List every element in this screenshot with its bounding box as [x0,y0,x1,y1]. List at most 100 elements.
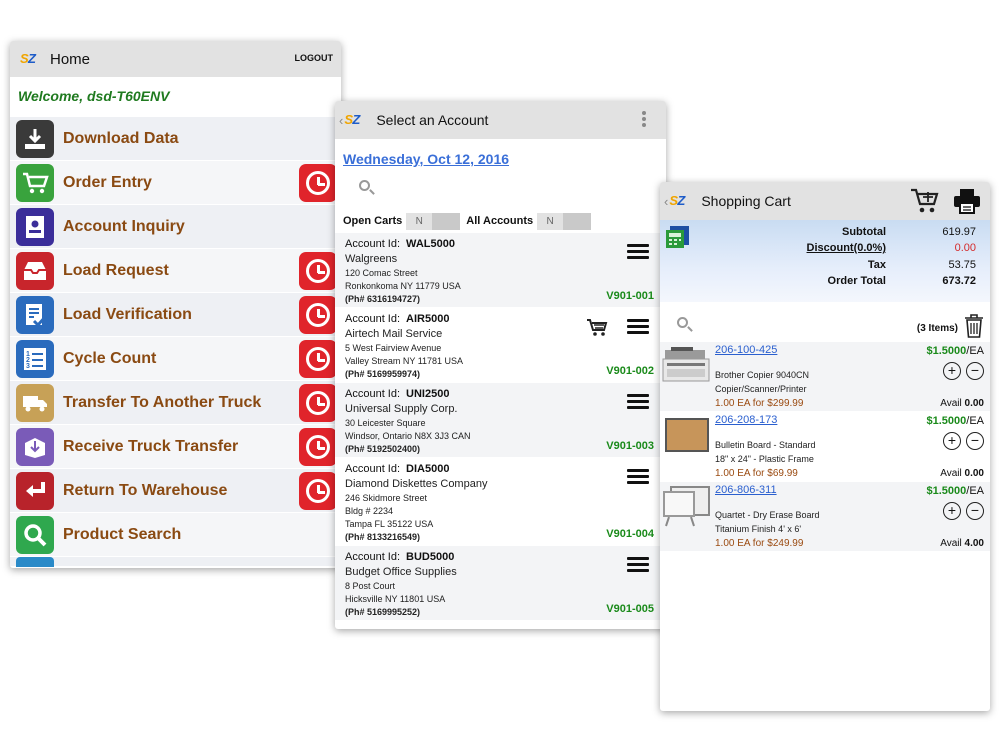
load-request-history-button[interactable] [299,252,337,290]
search-icon[interactable] [677,317,688,328]
menu-item-product-search[interactable]: Product Search [10,513,341,557]
account-street: 5 West Fairview Avenue [345,343,442,353]
account-id-label: Account Id: [345,238,401,250]
shopping-cart-screen: ‹ SZ Shopping Cart Subtotal 619.97 Disco… [660,182,990,711]
whiteboard-thumbnail [661,484,713,528]
receive-transfer-history-button[interactable] [299,428,337,466]
cart-item[interactable]: 206-208-173 $1.5000/EA + − Bulletin Boar… [660,412,990,482]
account-row[interactable]: Account Id: UNI2500 Universal Supply Corp… [335,383,666,458]
tax-value: 53.75 [948,259,976,271]
cart-item[interactable]: 206-806-311 $1.5000/EA + − Quartet - Dry… [660,482,990,552]
menu-item-order-entry[interactable]: Order Entry [10,161,341,205]
account-row[interactable]: Account Id: BUD5000 Budget Office Supplie… [335,546,666,621]
return-arrow-icon [16,471,54,510]
order-totals-panel: Subtotal 619.97 Discount(0.0%) 0.00 Tax … [660,220,990,302]
order-entry-history-button[interactable] [299,164,337,202]
menu-item-return-warehouse[interactable]: Return To Warehouse [10,469,341,513]
subtotal-label: Subtotal [842,226,886,238]
cart-item[interactable]: 206-100-425 $1.5000/EA + − Brother Copie… [660,342,990,412]
discount-value: 0.00 [954,242,976,254]
date-link[interactable]: Wednesday, Oct 12, 2016 [343,151,666,171]
select-account-screen: ‹ SZ Select an Account Wednesday, Oct 12… [335,101,666,629]
item-sku-link[interactable]: 206-208-173 [715,414,777,426]
items-count: (3 Items) [916,323,958,334]
account-street: 120 Comac Street [345,268,418,278]
row-menu-icon[interactable] [627,244,649,262]
account-id-label: Account Id: [345,388,401,400]
app-logo-icon[interactable]: SZ [344,113,366,127]
download-icon [16,119,54,158]
row-menu-icon[interactable] [627,469,649,487]
menu-item-transfer-truck[interactable]: Transfer To Another Truck [10,381,341,425]
back-chevron-icon[interactable]: ‹ [339,113,343,128]
printer-icon[interactable] [953,188,981,219]
menu-item-cycle-count[interactable]: 123 Cycle Count [10,337,341,381]
increase-qty-button[interactable]: + [943,502,961,520]
cycle-count-history-button[interactable] [299,340,337,378]
account-street: 246 Skidmore Street [345,493,428,503]
item-desc-1: Brother Copier 9040CN [715,370,810,380]
account-name: Walgreens [345,253,398,265]
item-desc-1: Bulletin Board - Standard [715,440,816,450]
box-receive-icon [16,427,54,466]
menu-item-load-verification[interactable]: Load Verification [10,293,341,337]
account-row[interactable]: Account Id: AIR5000 Airtech Mail Service … [335,308,666,383]
tax-label: Tax [867,259,886,271]
menu-item-load-request[interactable]: Load Request [10,249,341,293]
account-row[interactable]: Account Id: WAL5000 Walgreens 120 Comac S… [335,233,666,308]
load-verification-history-button[interactable] [299,296,337,334]
trash-icon[interactable] [964,314,984,338]
avail-value: 0.00 [964,468,984,479]
account-code: V901-001 [606,290,654,302]
increase-qty-button[interactable]: + [943,432,961,450]
home-app-bar: SZ Home LOGOUT [10,41,341,77]
menu-item-receive-transfer[interactable]: Receive Truck Transfer [10,425,341,469]
filter-toggles: Open Carts N All Accounts N [335,209,666,233]
account-street: 30 Leicester Square [345,418,426,428]
item-sku-link[interactable]: 206-100-425 [715,344,777,356]
account-search-row[interactable] [335,171,666,209]
overflow-menu-icon[interactable] [642,111,646,129]
menu-label: Load Request [63,261,169,279]
item-price: $1.5000/EA [927,415,985,427]
account-row[interactable]: Account Id: DIA5000 Diamond Diskettes Com… [335,458,666,546]
menu-label: Cycle Count [63,349,157,367]
row-menu-icon[interactable] [627,394,649,412]
decrease-qty-button[interactable]: − [966,502,984,520]
account-id: DIA5000 [406,463,450,475]
account-code: V901-005 [606,603,654,615]
row-menu-icon[interactable] [627,319,649,337]
item-sku-link[interactable]: 206-806-311 [715,484,777,496]
search-icon[interactable] [359,180,370,191]
menu-item-download-data[interactable]: Download Data [10,117,341,161]
all-accounts-toggle[interactable]: N [537,212,592,230]
account-id: UNI2500 [406,388,450,400]
menu-item-account-inquiry[interactable]: Account Inquiry [10,205,341,249]
price-amount: $1.5000 [926,345,967,357]
add-to-cart-icon[interactable] [910,187,940,220]
item-qty: 1.00 EA for $249.99 [715,538,804,549]
decrease-qty-button[interactable]: − [966,432,984,450]
app-logo-icon[interactable]: SZ [669,194,691,208]
item-price: $1.5000/EA [927,485,985,497]
discount-link[interactable]: Discount(0.0%) [807,242,886,254]
cart-search-row[interactable]: (3 Items) [660,302,990,342]
cart-title: Shopping Cart [701,193,791,209]
menu-label: Receive Truck Transfer [63,437,239,455]
row-menu-icon[interactable] [627,557,649,575]
increase-qty-button[interactable]: + [943,362,961,380]
welcome-message: Welcome, dsd-T60ENV [10,77,341,117]
price-unit: /EA [966,485,984,497]
history-clock-icon [306,479,330,503]
open-carts-toggle[interactable]: N [406,212,461,230]
back-chevron-icon[interactable]: ‹ [664,194,668,209]
decrease-qty-button[interactable]: − [966,362,984,380]
logout-button[interactable]: LOGOUT [295,53,334,63]
account-name: Diamond Diskettes Company [345,478,488,490]
account-card-icon [16,207,54,246]
open-cart-icon[interactable] [586,318,608,336]
toggle-state: N [537,212,564,230]
history-clock-icon [306,171,330,195]
return-warehouse-history-button[interactable] [299,472,337,510]
transfer-truck-history-button[interactable] [299,384,337,422]
